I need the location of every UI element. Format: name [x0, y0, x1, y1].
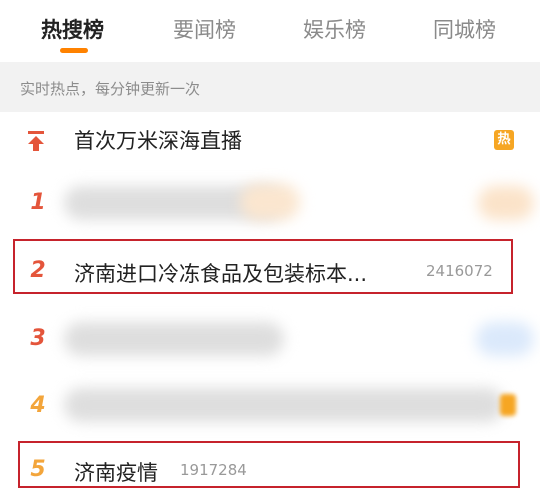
- blurred-tag: [478, 186, 534, 220]
- tab-entertainment[interactable]: 娱乐榜: [303, 14, 366, 44]
- list-item-rank-3[interactable]: 3: [0, 304, 540, 373]
- blurred-badge: [240, 184, 300, 220]
- update-notice-bar: 实时热点，每分钟更新一次: [0, 62, 540, 112]
- blurred-badge: [500, 394, 516, 416]
- blurred-title: [64, 322, 284, 356]
- rank-number: 4: [30, 393, 46, 418]
- highlight-box: [13, 239, 513, 294]
- pinned-list-item[interactable]: 首次万米深海直播 热: [0, 112, 540, 169]
- tab-bar: 热搜榜 要闻榜 娱乐榜 同城榜: [0, 0, 540, 62]
- active-tab-indicator: [60, 48, 88, 53]
- tab-news[interactable]: 要闻榜: [173, 14, 236, 44]
- update-notice-text: 实时热点，每分钟更新一次: [20, 80, 201, 98]
- blurred-title: [64, 388, 504, 422]
- blurred-tag: [476, 322, 534, 356]
- highlight-box: [18, 441, 520, 488]
- rank-number: 3: [30, 326, 46, 351]
- tab-hot-search[interactable]: 热搜榜: [41, 14, 104, 44]
- pin-top-icon: [26, 130, 46, 152]
- list-item-rank-4[interactable]: 4: [0, 372, 540, 439]
- tab-local[interactable]: 同城榜: [433, 14, 496, 44]
- rank-number: 1: [30, 190, 46, 215]
- pinned-title: 首次万米深海直播: [74, 129, 242, 153]
- hot-badge: 热: [494, 130, 514, 150]
- list-item-rank-1[interactable]: 1: [0, 168, 540, 237]
